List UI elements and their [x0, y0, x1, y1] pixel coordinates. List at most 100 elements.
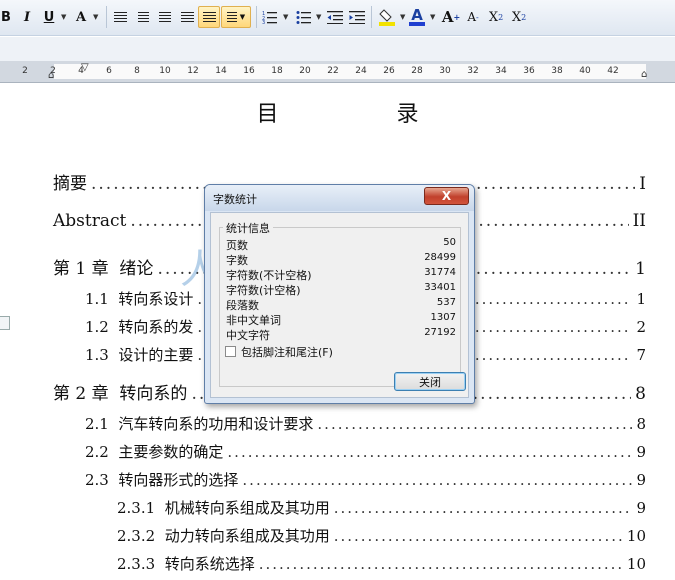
decrease-indent-button[interactable] — [326, 6, 343, 28]
toc-entry[interactable]: 2.3.1 机械转向系组成及其功用.......................… — [117, 497, 646, 518]
statistic-value: 1307 — [430, 312, 456, 323]
toc-page-number: 9 — [636, 471, 646, 489]
toc-entry-label: Abstract — [53, 211, 127, 231]
toc-entry[interactable]: 2.2 主要参数的确定.............................… — [85, 441, 646, 462]
ruler-number: 20 — [299, 66, 311, 76]
toc-page-number: 2 — [636, 318, 646, 336]
font-effect-chevron-down-icon[interactable]: ▼ — [93, 13, 98, 21]
font-color-button[interactable]: A — [408, 6, 426, 28]
numbered-list-chevron-down-icon[interactable]: ▼ — [283, 13, 288, 21]
font-effect-icon: A — [75, 9, 87, 25]
right-indent-marker-icon[interactable]: ⌂ — [641, 69, 647, 80]
toc-page-number: 9 — [636, 443, 646, 461]
toc-page-number: 7 — [636, 346, 646, 364]
highlight-chevron-down-icon[interactable]: ▼ — [400, 13, 405, 21]
statistic-row: 字符数(计空格) 33401 — [226, 282, 456, 297]
bold-icon: B — [1, 9, 11, 25]
statistic-value: 28499 — [424, 252, 456, 263]
statistic-row: 中文字符 27192 — [226, 327, 456, 342]
toc-entry-label: 2.3.1 机械转向系组成及其功用 — [117, 499, 330, 517]
numbered-list-button[interactable]: 123 — [262, 6, 278, 28]
highlight-button[interactable] — [378, 6, 396, 28]
left-indent-marker-icon[interactable]: ⌂ — [48, 70, 54, 81]
bulleted-list-chevron-down-icon[interactable]: ▼ — [316, 13, 321, 21]
ruler-number: 22 — [327, 66, 339, 76]
horizontal-ruler[interactable]: 2 2 4 6 8 10 12 14 16 18 20 22 24 26 28 30 32 34 36 38 40 42 … — [0, 61, 675, 83]
distributed-align-icon — [202, 11, 216, 23]
statistic-label: 字符数(不计空格) — [226, 269, 312, 282]
statistics-group-label: 统计信息 — [223, 220, 273, 236]
statistic-row: 非中文单词 1307 — [226, 312, 456, 327]
close-icon: X — [441, 189, 452, 203]
statistic-label: 非中文单词 — [226, 314, 281, 327]
font-effect-button[interactable]: A — [72, 6, 90, 28]
toc-entry-label: 2.2 主要参数的确定 — [85, 443, 224, 461]
toc-entry[interactable]: 2.1 汽车转向系的功用和设计要求.......................… — [85, 413, 646, 434]
statistic-value: 537 — [436, 297, 456, 308]
toc-leader-dots: ........................................… — [317, 415, 633, 433]
statistic-row: 字数 28499 — [226, 252, 456, 267]
ruler-number: 36 — [523, 66, 535, 76]
toc-entry[interactable]: 2.3.3 转向系统选择............................… — [117, 553, 646, 574]
toc-entry[interactable]: 2.3.2 动力转向系组成及其功用.......................… — [117, 525, 646, 546]
toc-page-number: 10 — [626, 527, 646, 545]
toc-entry-label: 2.3 转向器形式的选择 — [85, 471, 239, 489]
ruler-number: 8 — [134, 66, 140, 76]
grow-font-button[interactable]: A + — [442, 6, 460, 28]
align-left-button[interactable] — [112, 6, 128, 28]
increase-indent-button[interactable] — [348, 6, 365, 28]
underline-button[interactable]: U — [42, 6, 56, 28]
justify-button[interactable] — [179, 6, 195, 28]
dialog-titlebar[interactable]: 字数统计 X — [205, 185, 474, 211]
bulleted-list-icon — [296, 11, 311, 24]
ruler-number: 42 — [607, 66, 619, 76]
ruler-number: 16 — [243, 66, 255, 76]
svg-text:3: 3 — [262, 20, 265, 24]
subscript-icon: X — [511, 9, 522, 25]
toc-leader-dots: ........................................… — [242, 471, 632, 489]
grow-font-icon: A — [441, 8, 454, 26]
toc-leader-dots: ........................................… — [227, 443, 632, 461]
underline-dropdown-chevron-down-icon[interactable]: ▼ — [61, 13, 66, 21]
include-footnotes-label[interactable]: 包括脚注和尾注(F) — [241, 344, 333, 360]
grow-font-mark: + — [453, 12, 461, 22]
font-color-swatch — [409, 22, 425, 26]
ruler-number: 24 — [355, 66, 367, 76]
toc-leader-dots: ........................................… — [333, 527, 623, 545]
ruler-number: 14 — [215, 66, 227, 76]
subscript-mark: 2 — [521, 12, 527, 22]
bulleted-list-button[interactable] — [296, 6, 312, 28]
toc-entry-label: 2.1 汽车转向系的功用和设计要求 — [85, 415, 314, 433]
formatting-toolbar: B I U ▼ A ▼ ▼ 123 ▼ ▼ ▼ A ▼ A + A- X2 X … — [0, 0, 675, 36]
document-margin-icon — [0, 316, 10, 330]
align-center-button[interactable] — [135, 6, 151, 28]
font-color-chevron-down-icon[interactable]: ▼ — [430, 13, 435, 21]
superscript-button[interactable]: X2 — [487, 6, 505, 28]
toc-entry[interactable]: 2.3 转向器形式的选择............................… — [85, 469, 646, 490]
toolbar-divider — [256, 6, 257, 28]
close-dialog-button[interactable]: 关闭 — [394, 372, 466, 391]
distributed-align-button[interactable] — [198, 6, 220, 28]
align-right-button[interactable] — [157, 6, 173, 28]
subscript-button[interactable]: X2 — [510, 6, 528, 28]
statistic-label: 字符数(计空格) — [226, 284, 301, 297]
align-center-icon — [137, 11, 149, 23]
italic-button[interactable]: I — [20, 6, 34, 28]
toc-entry-label: 1.1 转向系设计 — [85, 290, 194, 308]
toc-page-number: 8 — [635, 384, 646, 404]
toolbar-background-strip — [0, 37, 675, 61]
close-button[interactable]: X — [424, 187, 469, 205]
line-spacing-button[interactable]: ▼ — [221, 6, 251, 28]
toc-page-number: 9 — [636, 499, 646, 517]
toc-page-number: 1 — [635, 259, 646, 279]
shrink-font-button[interactable]: A- — [465, 6, 481, 28]
toc-entry-label: 2.3.2 动力转向系组成及其功用 — [117, 527, 330, 545]
first-line-indent-marker-icon[interactable]: ▽ — [81, 62, 89, 73]
ruler-number: 18 — [271, 66, 283, 76]
ruler-number: 26 — [383, 66, 395, 76]
toc-page-number: I — [639, 174, 646, 194]
bold-button[interactable]: B — [0, 6, 12, 28]
statistic-label: 字数 — [226, 254, 248, 267]
include-footnotes-checkbox[interactable] — [225, 346, 236, 357]
statistic-row: 字符数(不计空格) 31774 — [226, 267, 456, 282]
